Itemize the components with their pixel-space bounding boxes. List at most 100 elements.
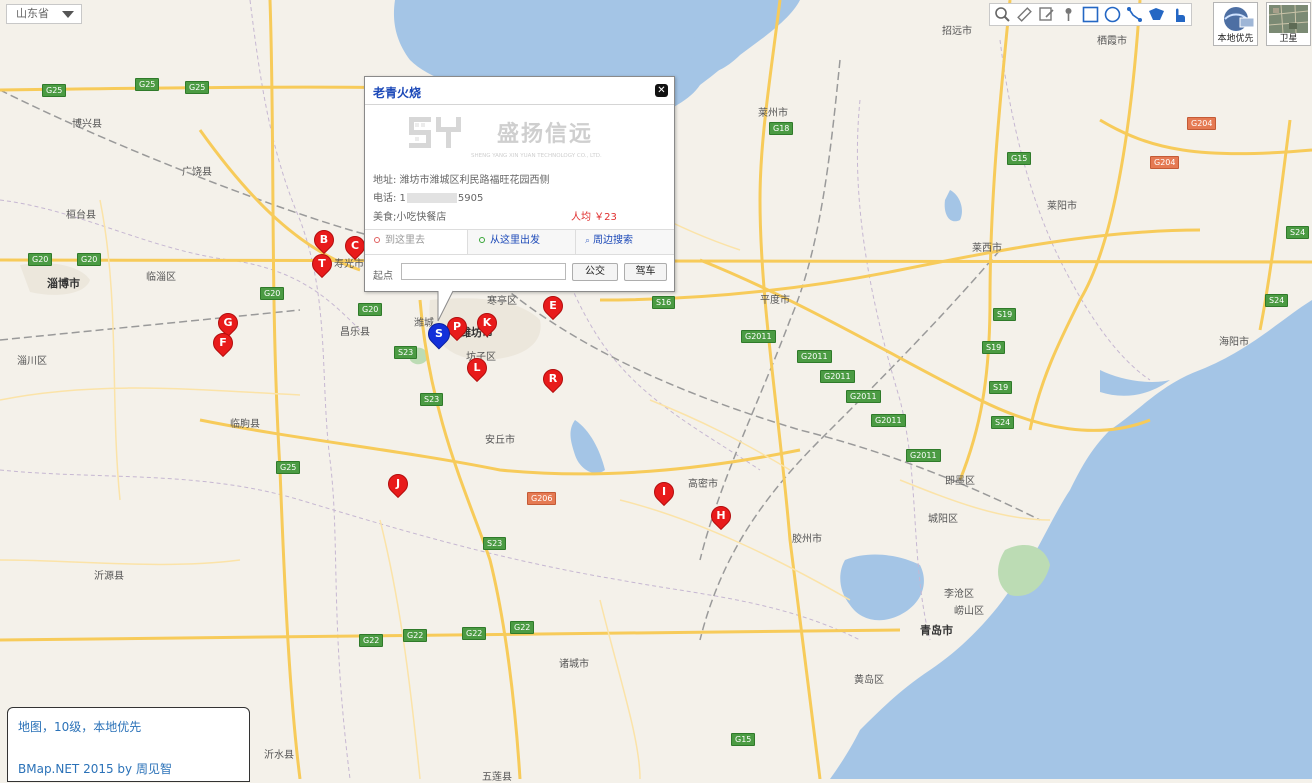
road-shield: G20 bbox=[28, 253, 53, 266]
place-label: 安丘市 bbox=[485, 435, 515, 446]
area-measure-icon[interactable] bbox=[1036, 5, 1057, 24]
map-marker-h[interactable]: H bbox=[706, 501, 736, 532]
bus-button[interactable]: 公交 bbox=[572, 263, 618, 281]
place-label: 昌乐县 bbox=[340, 327, 370, 338]
map-marker-t[interactable]: T bbox=[307, 249, 337, 280]
polyline-icon[interactable] bbox=[1124, 5, 1145, 24]
satellite-thumbnail-icon bbox=[1269, 5, 1308, 33]
road-shield: S23 bbox=[394, 346, 418, 359]
map-marker-r[interactable]: R bbox=[538, 364, 568, 395]
map-marker-j[interactable]: J bbox=[383, 469, 413, 500]
phone-redaction bbox=[406, 193, 457, 203]
road-shield: G25 bbox=[135, 78, 160, 91]
road-shield: S23 bbox=[483, 537, 507, 550]
logo-text: 盛扬信远 bbox=[497, 121, 593, 147]
road-shield: S16 bbox=[652, 296, 676, 309]
road-shield: G20 bbox=[358, 303, 383, 316]
place-label: 桓台县 bbox=[66, 210, 96, 221]
place-label: 胶州市 bbox=[792, 534, 822, 545]
logo-subtext: SHENG YANG XIN YUAN TECHNOLOGY CO., LTD. bbox=[471, 153, 602, 159]
place-label: 莱西市 bbox=[972, 243, 1002, 254]
price-text: 人均 ￥23 bbox=[571, 212, 617, 223]
polygon-icon[interactable] bbox=[1146, 5, 1167, 24]
place-label: 寒亭区 bbox=[487, 296, 517, 307]
road-shield: G22 bbox=[359, 634, 384, 647]
place-label: 沂水县 bbox=[264, 750, 294, 761]
road-shield: G22 bbox=[403, 629, 428, 642]
road-shield: G22 bbox=[510, 621, 535, 634]
place-label: 城阳区 bbox=[928, 514, 958, 525]
map-toolbar bbox=[989, 3, 1192, 26]
road-shield: G2011 bbox=[820, 370, 855, 383]
green-ring-icon bbox=[479, 237, 485, 243]
map-marker-l[interactable]: L bbox=[462, 353, 492, 384]
place-label: 临淄区 bbox=[146, 272, 176, 283]
map-type-local-priority[interactable]: 本地优先 bbox=[1213, 2, 1258, 46]
map-type-satellite[interactable]: 卫星 bbox=[1266, 2, 1311, 46]
ruler-icon[interactable] bbox=[1014, 5, 1035, 24]
road-shield: G22 bbox=[462, 627, 487, 640]
place-label: 崂山区 bbox=[954, 606, 984, 617]
info-window-pointer bbox=[437, 289, 454, 322]
road-shield: S24 bbox=[991, 416, 1015, 429]
place-label: 青岛市 bbox=[920, 624, 953, 637]
road-shield: G206 bbox=[527, 492, 557, 505]
credit-text: BMap.NET 2015 by 周见智 bbox=[18, 762, 172, 776]
place-label: 即墨区 bbox=[945, 476, 975, 487]
road-shield: G2011 bbox=[906, 449, 941, 462]
road-shield: G18 bbox=[769, 122, 794, 135]
map-type-satellite-label: 卫星 bbox=[1279, 34, 1298, 44]
tab-to-here[interactable]: 到这里去 bbox=[365, 230, 468, 254]
tab-nearby-search[interactable]: ⌕ 周边搜索 bbox=[575, 230, 633, 254]
place-label: 沂源县 bbox=[94, 571, 124, 582]
start-label: 起点 bbox=[373, 271, 393, 282]
pin-icon[interactable] bbox=[1058, 5, 1079, 24]
place-label: 李沧区 bbox=[944, 589, 974, 600]
phone-prefix: 电话: 1 bbox=[373, 193, 406, 204]
map-marker-c[interactable]: C bbox=[340, 231, 370, 262]
map-type-local-priority-label: 本地优先 bbox=[1217, 34, 1254, 44]
road-shield: G2011 bbox=[797, 350, 832, 363]
place-label: 诸城市 bbox=[559, 659, 589, 670]
map-marker-f[interactable]: F bbox=[208, 328, 238, 359]
place-label: 莱阳市 bbox=[1047, 201, 1077, 212]
close-icon[interactable]: ✕ bbox=[655, 84, 668, 97]
tab-from-here[interactable]: 从这里出发 bbox=[470, 230, 540, 254]
road-shield: S24 bbox=[1286, 226, 1310, 239]
map-marker-s-selected[interactable]: S bbox=[423, 318, 455, 351]
hand-icon[interactable] bbox=[1168, 5, 1189, 24]
category-text: 美食;小吃快餐店 bbox=[373, 212, 447, 223]
map-marker-i[interactable]: I bbox=[649, 477, 679, 508]
chevron-down-icon bbox=[62, 11, 74, 18]
place-label: 博兴县 bbox=[72, 119, 102, 130]
province-select-value: 山东省 bbox=[16, 7, 49, 20]
info-window: 老青火烧 ✕ 盛扬信远 SHENG YANG XIN YUAN TECHNOLO… bbox=[364, 76, 675, 292]
map-marker-e[interactable]: E bbox=[538, 291, 568, 322]
place-label: 栖霞市 bbox=[1097, 36, 1127, 47]
rectangle-icon[interactable] bbox=[1080, 5, 1101, 24]
road-shield: G15 bbox=[731, 733, 756, 746]
zoom-search-icon[interactable] bbox=[992, 5, 1013, 24]
map-status-box: 地图，10级，本地优先 BMap.NET 2015 by 周见智 bbox=[7, 707, 250, 782]
road-shield: S19 bbox=[993, 308, 1017, 321]
place-label: 海阳市 bbox=[1219, 337, 1249, 348]
drive-button[interactable]: 驾车 bbox=[624, 263, 667, 281]
start-input[interactable] bbox=[401, 263, 566, 280]
road-shield: G2011 bbox=[846, 390, 881, 403]
province-select[interactable]: 山东省 bbox=[6, 4, 82, 24]
place-label: 莱州市 bbox=[758, 108, 788, 119]
phone-tail: 5905 bbox=[457, 193, 484, 204]
place-label: 黄岛区 bbox=[854, 675, 884, 686]
circle-icon[interactable] bbox=[1102, 5, 1123, 24]
map-marker-k[interactable]: K bbox=[472, 308, 502, 339]
road-shield: G204 bbox=[1150, 156, 1180, 169]
place-label: 高密市 bbox=[688, 479, 718, 490]
place-label: 广饶县 bbox=[182, 167, 212, 178]
map-marker-b[interactable]: B bbox=[309, 225, 339, 256]
company-logo: 盛扬信远 SHENG YANG XIN YUAN TECHNOLOGY CO.,… bbox=[409, 117, 602, 159]
road-shield: G25 bbox=[276, 461, 301, 474]
info-window-divider bbox=[365, 104, 674, 105]
road-shield: G25 bbox=[185, 81, 210, 94]
road-shield: G204 bbox=[1187, 117, 1217, 130]
road-shield: G25 bbox=[42, 84, 67, 97]
